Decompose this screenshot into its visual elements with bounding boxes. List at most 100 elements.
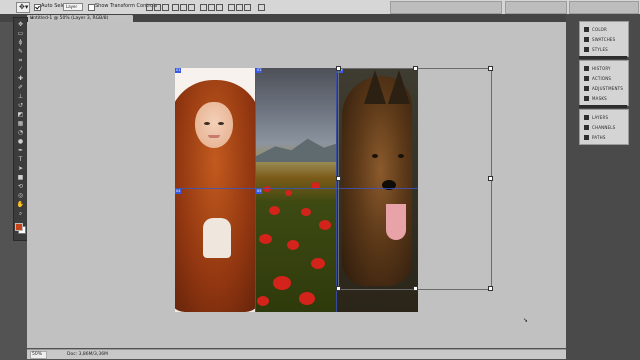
distribute-vcenter-icon[interactable] — [208, 4, 215, 11]
panel-tab-layers[interactable]: LAYERS — [582, 113, 626, 122]
tools-panel: ✥ ▭ ϕ ✎ ⌗ ⁄ ✚ ✐ ⊥ ↺ ◩ ▦ ◔ ● ✒ T ➤ ■ ⟲ ◎ ✋ ⌕ — [13, 17, 28, 241]
crop-tool-button[interactable]: ⌗ — [16, 58, 25, 64]
panel-tab-paths[interactable]: PATHS — [582, 133, 626, 142]
eyedropper-tool-button[interactable]: ⁄ — [16, 67, 25, 73]
distribute-left-icon[interactable] — [228, 4, 235, 11]
panel-tab-masks[interactable]: MASKS — [582, 94, 626, 103]
shape-tool-button[interactable]: ■ — [16, 175, 25, 181]
align-hcenter-icon[interactable] — [180, 4, 187, 11]
auto-select-checkbox[interactable] — [34, 4, 41, 11]
color-panel-icon — [584, 27, 589, 32]
cs-live-button[interactable] — [505, 1, 567, 14]
slice-badge[interactable]: 05 — [256, 189, 263, 194]
type-tool-button[interactable]: T — [16, 157, 25, 163]
panel-tab-label: SWATCHES — [592, 37, 616, 42]
healing-brush-tool-button[interactable]: ✚ — [16, 76, 25, 82]
auto-align-icon[interactable] — [258, 4, 265, 11]
foreground-color-swatch[interactable] — [15, 223, 23, 231]
window-controls[interactable] — [569, 1, 639, 14]
align-right-icon[interactable] — [188, 4, 195, 11]
lasso-tool-icon: ϕ — [18, 39, 23, 46]
transform-handle[interactable] — [488, 176, 493, 181]
hand-tool-button[interactable]: ✋ — [16, 202, 25, 208]
crop-tool-icon: ⌗ — [18, 57, 23, 64]
transform-bounding-box[interactable] — [336, 66, 493, 291]
3d-orbit-tool-button[interactable]: ◎ — [16, 193, 25, 199]
panel-divider — [579, 105, 627, 108]
transform-handle[interactable] — [488, 66, 493, 71]
align-left-icon[interactable] — [172, 4, 179, 11]
document-tab[interactable]: Untitled-1 @ 50% (Layer 3, RGB/8) × — [27, 15, 133, 22]
auto-select-dropdown[interactable]: Layer — [63, 3, 83, 11]
gradient-tool-icon: ▦ — [17, 120, 24, 127]
transform-handle[interactable] — [488, 286, 493, 291]
panel-tab-label: ACTIONS — [592, 76, 612, 81]
status-bar: 50% Doc: 3,86M/3,36M — [27, 349, 566, 359]
panel-tab-adjustments[interactable]: ADJUSTMENTS — [582, 84, 626, 93]
paths-panel-icon — [584, 135, 589, 140]
path-select-tool-button[interactable]: ➤ — [16, 166, 25, 172]
zoom-tool-button[interactable]: ⌕ — [16, 211, 25, 217]
distribute-hcenter-icon[interactable] — [236, 4, 243, 11]
align-vcenter-icon[interactable] — [154, 4, 161, 11]
panel-tab-history[interactable]: HISTORY — [582, 64, 626, 73]
workspace-switcher[interactable] — [390, 1, 502, 14]
dodge-tool-button[interactable]: ● — [16, 139, 25, 145]
zoom-level-field[interactable]: 50% — [30, 351, 47, 359]
history-brush-tool-button[interactable]: ↺ — [16, 103, 25, 109]
pen-tool-icon: ✒ — [17, 147, 24, 154]
align-top-icon[interactable] — [146, 4, 153, 11]
show-transform-checkbox[interactable] — [88, 4, 95, 11]
brush-tool-button[interactable]: ✐ — [16, 85, 25, 91]
layers-panel-icon — [584, 115, 589, 120]
slice-divider — [336, 68, 337, 312]
panel-tab-swatches[interactable]: SWATCHES — [582, 35, 626, 44]
align-bottom-icon[interactable] — [162, 4, 169, 11]
move-tool-icon: ✥ — [17, 21, 24, 28]
tool-preset-picker[interactable]: ✥▾ — [16, 2, 30, 13]
marquee-tool-button[interactable]: ▭ — [16, 31, 25, 37]
quick-select-tool-icon: ✎ — [17, 48, 24, 55]
panel-tab-label: HISTORY — [592, 66, 611, 71]
clone-stamp-tool-button[interactable]: ⊥ — [16, 94, 25, 100]
adjustments-panel-icon — [584, 86, 589, 91]
gradient-tool-button[interactable]: ▦ — [16, 121, 25, 127]
actions-panel-icon — [584, 76, 589, 81]
transform-handle[interactable] — [413, 286, 418, 291]
close-icon[interactable]: × — [30, 15, 131, 22]
channels-panel-icon — [584, 125, 589, 130]
transform-handle[interactable] — [336, 176, 341, 181]
canvas-area[interactable]: 01 02 03 04 05 ➘ — [27, 22, 566, 348]
eraser-tool-button[interactable]: ◩ — [16, 112, 25, 118]
move-tool-button[interactable]: ✥ — [16, 22, 25, 28]
transform-handle[interactable] — [336, 286, 341, 291]
3d-rotate-tool-button[interactable]: ⟲ — [16, 184, 25, 190]
panel-tab-label: ADJUSTMENTS — [592, 86, 624, 91]
distribute-right-icon[interactable] — [244, 4, 251, 11]
panel-tab-color[interactable]: COLOR — [582, 25, 626, 34]
brush-tool-icon: ✐ — [17, 84, 24, 91]
slice-badge[interactable]: 02 — [256, 68, 263, 73]
mouse-cursor-icon: ➘ — [523, 317, 529, 324]
pen-tool-button[interactable]: ✒ — [16, 148, 25, 154]
transform-handle[interactable] — [336, 66, 341, 71]
distribute-bottom-icon[interactable] — [216, 4, 223, 11]
panel-divider — [579, 56, 627, 59]
color-panel-group: COLOR SWATCHES STYLES — [579, 21, 629, 57]
panel-tab-styles[interactable]: STYLES — [582, 45, 626, 54]
document-size-info: Doc: 3,86M/3,36M — [67, 352, 108, 357]
lasso-tool-button[interactable]: ϕ — [16, 40, 25, 46]
distribute-top-icon[interactable] — [200, 4, 207, 11]
shape-tool-icon: ■ — [17, 174, 24, 181]
slice-badge[interactable]: 04 — [175, 189, 182, 194]
panel-tab-actions[interactable]: ACTIONS — [582, 74, 626, 83]
zoom-tool-icon: ⌕ — [18, 210, 23, 217]
photoshop-window: ✥▾ Auto Select: Layer Show Transform Con… — [0, 0, 640, 360]
panel-tab-channels[interactable]: CHANNELS — [582, 123, 626, 132]
blur-tool-button[interactable]: ◔ — [16, 130, 25, 136]
type-tool-icon: T — [18, 156, 23, 163]
quick-select-tool-button[interactable]: ✎ — [16, 49, 25, 55]
slice-badge[interactable]: 01 — [175, 68, 182, 73]
eyedropper-tool-icon: ⁄ — [19, 66, 21, 73]
transform-handle[interactable] — [413, 66, 418, 71]
